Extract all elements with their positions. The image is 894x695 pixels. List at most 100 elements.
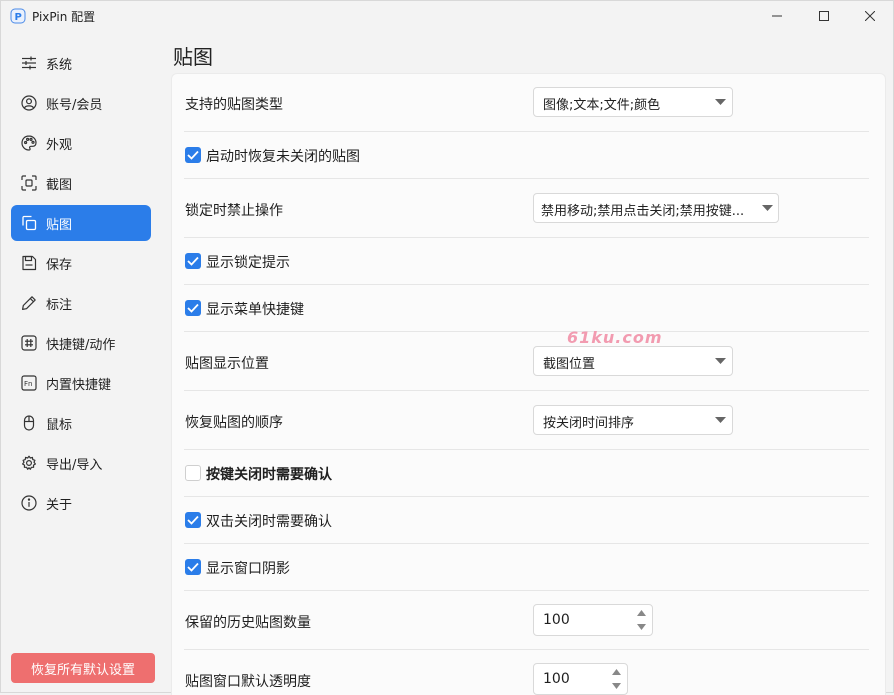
chevron-down-icon (715, 358, 726, 364)
setting-row-show-shadow: 显示窗口阴影 (172, 543, 885, 590)
confirm-key-close-checkbox[interactable] (185, 465, 201, 481)
stepper-value: 100 (543, 612, 570, 628)
show-shadow-checkbox[interactable] (185, 559, 201, 575)
user-icon (20, 94, 38, 112)
setting-label: 锁定时禁止操作 (185, 203, 283, 219)
chevron-up-icon[interactable] (612, 669, 621, 675)
setting-row-restore-order: 恢复贴图的顺序 按关闭时间排序 (172, 390, 885, 449)
checkmark-icon (187, 303, 199, 313)
checkbox-label: 显示窗口阴影 (206, 561, 290, 577)
sidebar-item-pin[interactable]: 贴图 (11, 205, 151, 241)
sidebar-item-label: 截图 (46, 177, 73, 193)
sidebar-item-system[interactable]: 系统 (11, 45, 151, 81)
chevron-down-icon[interactable] (612, 683, 621, 689)
sidebar-item-screenshot[interactable]: 截图 (11, 165, 151, 201)
history-count-stepper[interactable]: 100 (533, 604, 653, 636)
fn-key-icon: Fn (20, 374, 38, 392)
setting-row-show-lock-tip: 显示锁定提示 (172, 237, 885, 284)
checkbox-label: 显示菜单快捷键 (206, 302, 304, 318)
restore-on-start-checkbox[interactable] (185, 147, 201, 163)
setting-label: 贴图窗口默认透明度 (185, 674, 311, 690)
setting-row-pin-position: 贴图显示位置 截图位置 (172, 331, 885, 390)
sidebar-item-about[interactable]: 关于 (11, 485, 151, 521)
sidebar-item-label: 保存 (46, 257, 73, 273)
checkmark-icon (187, 256, 199, 266)
mouse-icon (20, 414, 38, 432)
minimize-icon (772, 15, 782, 17)
setting-label: 贴图显示位置 (185, 356, 269, 372)
sidebar-item-label: 系统 (46, 57, 73, 73)
setting-label: 保留的历史贴图数量 (185, 615, 311, 631)
watermark-text: 61ku.com (567, 328, 663, 347)
sidebar-item-annotate[interactable]: 标注 (11, 285, 151, 321)
sidebar-item-label: 内置快捷键 (46, 377, 112, 393)
setting-row-default-opacity: 贴图窗口默认透明度 100 (172, 649, 885, 695)
setting-row-history-count: 保留的历史贴图数量 100 (172, 590, 885, 649)
setting-label: 恢复贴图的顺序 (185, 415, 283, 431)
setting-row-confirm-dblclick-close: 双击关闭时需要确认 (172, 496, 885, 543)
checkbox-label: 双击关闭时需要确认 (206, 514, 332, 530)
show-menu-shortcuts-checkbox[interactable] (185, 300, 201, 316)
close-button[interactable] (847, 1, 893, 31)
chevron-down-icon (762, 205, 773, 211)
sidebar-item-account[interactable]: 账号/会员 (11, 85, 151, 121)
sidebar-item-label: 外观 (46, 137, 73, 153)
default-opacity-stepper[interactable]: 100 (533, 663, 628, 695)
sidebar-item-save[interactable]: 保存 (11, 245, 151, 281)
svg-text:Fn: Fn (24, 380, 32, 388)
pen-icon (20, 294, 38, 312)
pin-copy-icon (20, 214, 38, 232)
gear-icon (20, 454, 38, 472)
hash-icon (20, 334, 38, 352)
save-icon (20, 254, 38, 272)
close-icon (865, 11, 875, 21)
window-title: PixPin 配置 (32, 10, 96, 24)
sidebar-item-label: 标注 (46, 297, 73, 313)
chevron-down-icon (715, 417, 726, 423)
info-icon (20, 494, 38, 512)
sidebar-item-label: 贴图 (46, 217, 73, 233)
lock-disable-select[interactable]: 禁用移动;禁用点击关闭;禁用按键... (533, 193, 779, 223)
select-value: 截图位置 (543, 357, 596, 372)
minimize-button[interactable] (754, 1, 800, 31)
chevron-down-icon[interactable] (637, 624, 646, 630)
page-title: 贴图 (173, 45, 213, 69)
settings-panel: 支持的贴图类型 图像;文本;文件;颜色 启动时恢复未关闭的贴图 锁定时禁止操作 … (171, 73, 886, 695)
chevron-up-icon[interactable] (637, 610, 646, 616)
setting-row-confirm-key-close: 按键关闭时需要确认 (172, 449, 885, 496)
checkbox-label: 显示锁定提示 (206, 255, 290, 271)
sidebar-item-label: 导出/导入 (46, 457, 103, 473)
checkbox-label: 启动时恢复未关闭的贴图 (206, 149, 360, 165)
sidebar-item-label: 关于 (46, 497, 73, 513)
app-window: P PixPin 配置 系统 账号/会员 外观 截图 贴图 保存 标注 快捷键/… (0, 0, 894, 695)
sidebar-item-builtin-hotkeys[interactable]: Fn 内置快捷键 (11, 365, 151, 401)
checkmark-icon (187, 562, 199, 572)
svg-text:P: P (15, 12, 22, 23)
sidebar-item-label: 快捷键/动作 (46, 337, 116, 353)
select-value: 图像;文本;文件;颜色 (543, 98, 661, 113)
screenshot-icon (20, 174, 38, 192)
checkmark-icon (187, 515, 199, 525)
pin-position-select[interactable]: 截图位置 (533, 346, 733, 376)
sidebar-item-hotkeys[interactable]: 快捷键/动作 (11, 325, 151, 361)
maximize-button[interactable] (801, 1, 847, 31)
restore-order-select[interactable]: 按关闭时间排序 (533, 405, 733, 435)
setting-row-pin-types: 支持的贴图类型 图像;文本;文件;颜色 (172, 74, 885, 131)
sidebar-item-export-import[interactable]: 导出/导入 (11, 445, 151, 481)
sidebar: 系统 账号/会员 外观 截图 贴图 保存 标注 快捷键/动作 Fn 内置快捷键 … (1, 31, 155, 692)
pixpin-logo-icon: P (10, 8, 26, 24)
setting-row-restore-on-start: 启动时恢复未关闭的贴图 (172, 131, 885, 178)
sidebar-item-mouse[interactable]: 鼠标 (11, 405, 151, 441)
reset-defaults-button[interactable]: 恢复所有默认设置 (11, 653, 155, 683)
stepper-value: 100 (543, 671, 570, 687)
pin-types-select[interactable]: 图像;文本;文件;颜色 (533, 87, 733, 117)
sidebar-item-label: 账号/会员 (46, 97, 103, 113)
sidebar-item-appearance[interactable]: 外观 (11, 125, 151, 161)
show-lock-tip-checkbox[interactable] (185, 253, 201, 269)
setting-label: 支持的贴图类型 (185, 97, 283, 113)
checkbox-label: 按键关闭时需要确认 (206, 467, 332, 483)
palette-icon (20, 134, 38, 152)
setting-row-show-menu-shortcuts: 显示菜单快捷键 (172, 284, 885, 331)
confirm-dblclick-close-checkbox[interactable] (185, 512, 201, 528)
sliders-icon (20, 54, 38, 72)
